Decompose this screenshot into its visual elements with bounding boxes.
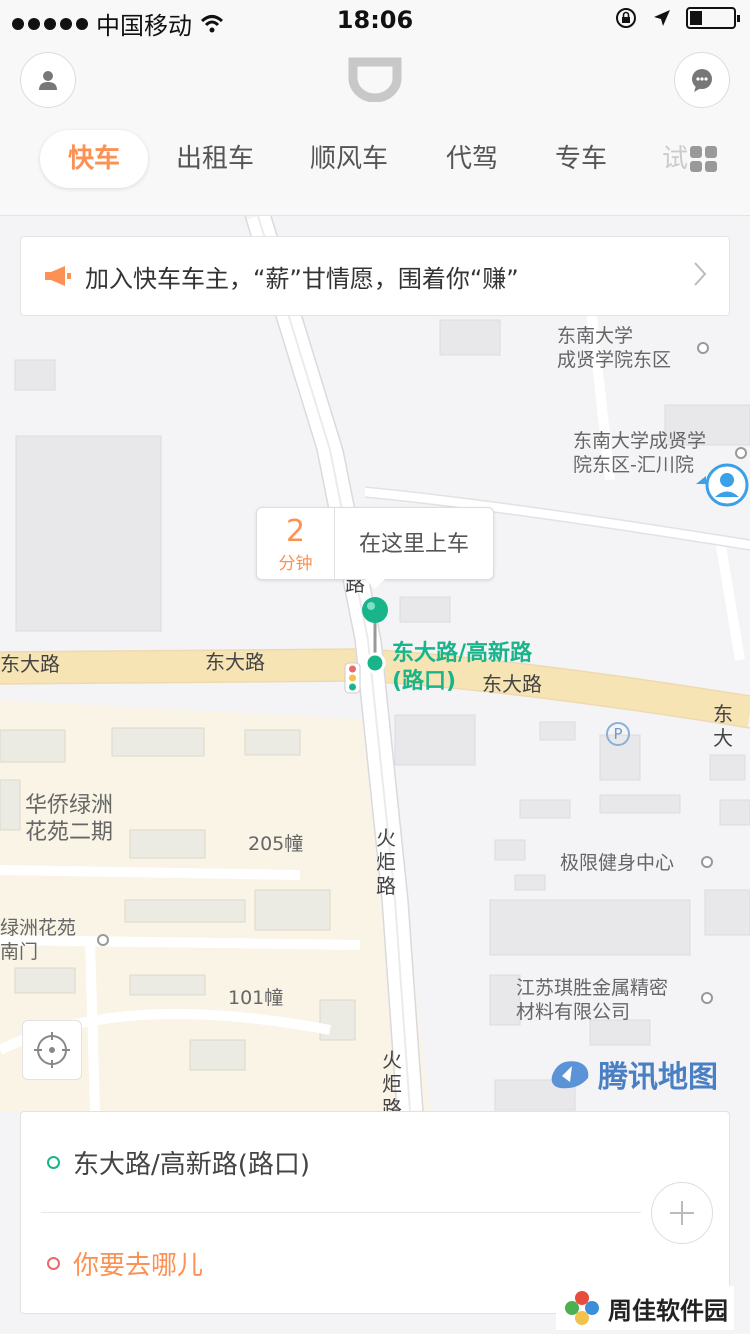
map-view[interactable]: 东南大学 成贤学院东区 东南大学成贤学 院东区-汇川院 东大路 东大路 东大路 …: [0, 216, 750, 1111]
service-tabs: 快车 出租车 顺风车 代驾 专车 试: [0, 130, 750, 188]
eta-block: 2 分钟: [257, 508, 335, 581]
app-header: 快车 出租车 顺风车 代驾 专车 试: [0, 40, 750, 216]
status-bar: 中国移动 18:06: [0, 0, 750, 40]
tab-taxi[interactable]: 出租车: [176, 130, 254, 188]
battery-icon: [686, 7, 740, 29]
tab-designated-driver[interactable]: 代驾: [446, 130, 498, 188]
tab-premier[interactable]: 专车: [555, 130, 607, 188]
road-label: 火 炬 路: [376, 826, 396, 898]
poi-label: 华侨绿洲 花苑二期: [25, 793, 114, 845]
chevron-right-icon: [694, 262, 707, 286]
didi-logo: [348, 57, 402, 102]
brand-text: 腾讯地图: [598, 1060, 718, 1095]
building-label: 101幢: [228, 987, 284, 1009]
plus-icon: [670, 1201, 694, 1225]
promo-banner[interactable]: 加入快车车主，“薪”甘情愿，围着你“赚”: [20, 236, 730, 316]
add-stop-button[interactable]: [651, 1182, 713, 1244]
destination-placeholder: 你要去哪儿: [73, 1250, 204, 1281]
road-label: 东大: [713, 702, 733, 750]
road-label: 东大路: [205, 650, 265, 674]
watermark-text: 周佳软件园: [608, 1296, 728, 1325]
profile-button[interactable]: [20, 52, 76, 108]
all-services-icon[interactable]: [690, 146, 717, 172]
site-watermark: 周佳软件园: [556, 1286, 734, 1330]
pickup-prompt: 在这里上车: [358, 532, 469, 557]
eta-unit: 分钟: [278, 554, 313, 574]
poi-label: 东南大学成贤学 院东区-汇川院: [573, 430, 707, 476]
user-icon: [39, 71, 57, 90]
messages-button[interactable]: [674, 52, 730, 108]
chat-bubble-icon: [692, 69, 712, 92]
road-label: 火 炬 路: [382, 1048, 402, 1111]
origin-text: 东大路/高新路(路口): [73, 1149, 311, 1180]
pinwheel-logo-icon: [565, 1291, 599, 1325]
poi-label: 江苏琪胜金属精密 材料有限公司: [516, 977, 669, 1023]
crosshair-icon: [34, 1032, 70, 1068]
origin-field[interactable]: 东大路/高新路(路口): [21, 1112, 651, 1212]
tab-express[interactable]: 快车: [40, 130, 148, 188]
origin-dot-icon: [47, 1156, 60, 1169]
building-label: 205幢: [248, 833, 304, 855]
rotation-lock-icon: [616, 8, 636, 28]
destination-dot-icon: [47, 1257, 60, 1270]
tab-hitch[interactable]: 顺风车: [310, 130, 388, 188]
road-label: 东大路: [0, 652, 60, 676]
pickup-eta-bubble[interactable]: 2 分钟 在这里上车: [256, 507, 494, 589]
trip-card: 东大路/高新路(路口) 你要去哪儿: [20, 1111, 730, 1314]
location-arrow-icon: [654, 10, 670, 26]
tencent-map-logo-icon: [551, 1061, 589, 1089]
parking-icon: P: [606, 722, 630, 746]
poi-label: 东南大学 成贤学院东区: [557, 325, 672, 371]
locate-me-button[interactable]: [22, 1020, 82, 1080]
pickup-location-label: 东大路/高新路 (路口): [392, 641, 533, 694]
tab-more-partial[interactable]: 试: [662, 130, 688, 188]
poi-label: 绿洲花苑 南门: [0, 917, 77, 963]
megaphone-icon: [45, 266, 71, 286]
eta-minutes: 2: [285, 514, 306, 549]
poi-label: 极限健身中心: [560, 852, 675, 874]
map-provider-brand: 腾讯地图: [548, 1052, 718, 1096]
promo-text: 加入快车车主，“薪”甘情愿，围着你“赚”: [85, 264, 519, 293]
